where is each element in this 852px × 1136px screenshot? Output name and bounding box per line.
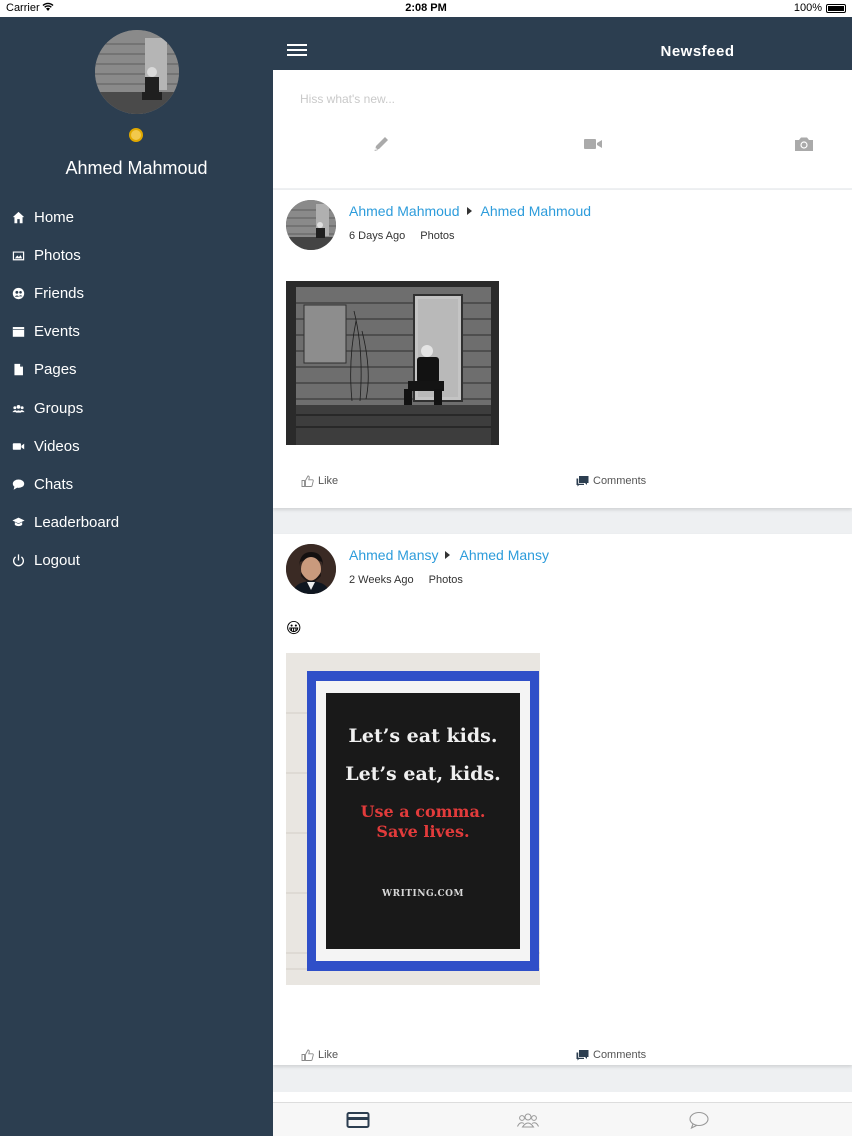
post-photo[interactable]: Let’s eat kids. Let’s eat, kids. Use a c…	[286, 653, 540, 985]
video-camera-icon[interactable]	[583, 135, 605, 155]
sidebar-item-friends[interactable]: Friends	[0, 274, 273, 312]
post-photo[interactable]	[286, 281, 499, 445]
post-composer: Hiss what's new...	[273, 70, 852, 188]
sidebar-item-label: Photos	[34, 246, 81, 264]
photos-icon	[12, 249, 34, 262]
poster-line-3: Use a comma.	[360, 802, 486, 821]
sidebar-item-label: Events	[34, 323, 80, 341]
poster-line-2: Let’s eat, kids.	[345, 763, 501, 785]
sidebar-item-videos[interactable]: Videos	[0, 427, 273, 465]
battery-percent: 100%	[793, 2, 822, 14]
like-button[interactable]: Like	[301, 1049, 338, 1061]
sidebar-item-label: Pages	[34, 361, 77, 379]
comments-icon	[576, 476, 589, 487]
sidebar-item-home[interactable]: Home	[0, 198, 273, 236]
post-authors: Ahmed Mansy Ahmed Mansy	[349, 547, 549, 563]
author-avatar[interactable]	[286, 544, 336, 594]
sidebar: Ahmed Mahmoud Home Photos Friends Events…	[0, 17, 273, 1136]
author-link[interactable]: Ahmed Mahmoud	[349, 203, 460, 219]
sidebar-item-label: Chats	[34, 475, 74, 493]
sidebar-item-leaderboard[interactable]: Leaderboard	[0, 504, 273, 542]
sidebar-item-label: Friends	[34, 284, 85, 302]
main-content: Newsfeed Hiss what's new... Ahmed Mahmou…	[273, 17, 852, 1136]
pages-icon	[12, 363, 34, 376]
author-avatar[interactable]	[286, 200, 336, 250]
thumbs-up-icon	[301, 1049, 314, 1061]
sidebar-item-label: Leaderboard	[34, 514, 120, 532]
comments-label: Comments	[593, 1049, 647, 1061]
like-button[interactable]: Like	[301, 475, 338, 487]
arrow-right-icon	[445, 551, 451, 559]
like-label: Like	[318, 475, 339, 487]
sidebar-item-label: Videos	[34, 437, 80, 455]
camera-icon[interactable]	[794, 135, 816, 155]
post-authors: Ahmed Mahmoud Ahmed Mahmoud	[349, 203, 591, 219]
composer-input[interactable]: Hiss what's new...	[300, 92, 395, 106]
poster-line-4: Save lives.	[376, 822, 470, 841]
sidebar-item-groups[interactable]: Groups	[0, 389, 273, 427]
leaderboard-icon	[12, 516, 34, 529]
comments-button[interactable]: Comments	[576, 1049, 646, 1061]
thumbs-up-icon	[301, 475, 314, 487]
clock: 2:08 PM	[405, 2, 447, 14]
sidebar-item-photos[interactable]: Photos	[0, 236, 273, 274]
author-link[interactable]: Ahmed Mansy	[349, 547, 438, 563]
chats-tab-icon[interactable]	[687, 1110, 711, 1130]
bottom-tab-bar	[273, 1102, 852, 1136]
target-link[interactable]: Ahmed Mahmoud	[481, 203, 592, 219]
comments-label: Comments	[593, 475, 647, 487]
arrow-right-icon	[466, 207, 472, 215]
page-title: Newsfeed	[660, 43, 735, 60]
sidebar-menu: Home Photos Friends Events Pages Groups …	[0, 198, 273, 580]
online-status-dot	[129, 128, 143, 142]
profile-name: Ahmed Mahmoud	[65, 158, 208, 178]
pencil-icon[interactable]	[372, 135, 394, 155]
poster-line-1: Let’s eat kids.	[348, 725, 498, 747]
post-emoji: 😀	[286, 620, 302, 637]
status-bar: Carrier 2:08 PM 100%	[0, 0, 852, 17]
target-link[interactable]: Ahmed Mansy	[459, 547, 548, 563]
sidebar-item-events[interactable]: Events	[0, 313, 273, 351]
post-meta: 6 Days Ago Photos	[349, 230, 455, 242]
friends-tab-icon[interactable]	[516, 1110, 540, 1130]
top-navbar: Newsfeed	[273, 17, 852, 70]
home-icon	[12, 211, 34, 224]
chats-icon	[12, 478, 34, 491]
friends-icon	[12, 287, 34, 300]
sidebar-item-label: Groups	[34, 399, 84, 417]
videos-icon	[12, 440, 34, 453]
groups-icon	[12, 402, 34, 415]
post-card: Ahmed Mansy Ahmed Mansy 2 Weeks Ago Photo…	[273, 534, 852, 1065]
post-time: 2 Weeks Ago	[349, 574, 414, 586]
logout-icon	[12, 554, 34, 567]
sidebar-item-label: Home	[34, 208, 75, 226]
comments-button[interactable]: Comments	[576, 475, 646, 487]
profile-photo[interactable]	[95, 30, 179, 114]
post-card: Ahmed Mahmoud Ahmed Mahmoud 6 Days Ago Ph…	[273, 190, 852, 508]
poster-brand: WRITING.COM	[382, 889, 464, 899]
battery-icon	[826, 4, 846, 13]
sidebar-item-label: Logout	[34, 552, 80, 570]
comments-icon	[576, 1050, 589, 1061]
post-meta: 2 Weeks Ago Photos	[349, 574, 463, 586]
sidebar-item-pages[interactable]: Pages	[0, 351, 273, 389]
sidebar-item-chats[interactable]: Chats	[0, 465, 273, 503]
post-type[interactable]: Photos	[420, 230, 454, 242]
post-type[interactable]: Photos	[429, 574, 463, 586]
newsfeed-tab-icon[interactable]	[346, 1110, 370, 1130]
like-label: Like	[318, 1049, 339, 1061]
events-icon	[12, 325, 34, 338]
post-time: 6 Days Ago	[349, 230, 406, 242]
sidebar-item-logout[interactable]: Logout	[0, 542, 273, 580]
